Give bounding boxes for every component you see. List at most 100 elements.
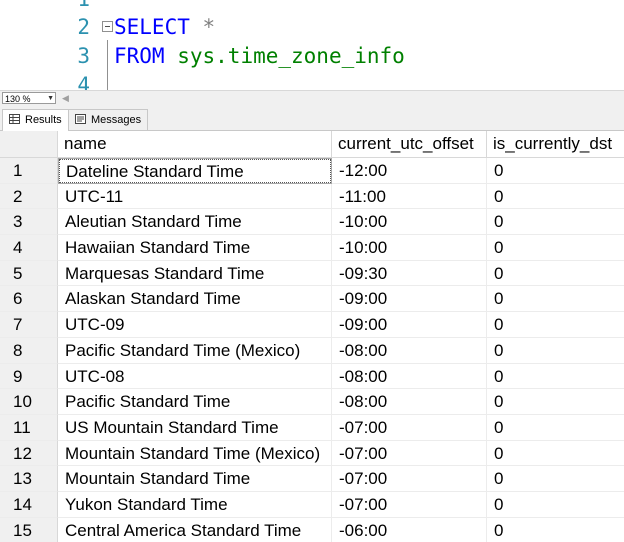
cell-is-currently-dst[interactable]: 0 — [487, 338, 624, 364]
table-row[interactable]: 13 Mountain Standard Time -07:00 0 — [0, 466, 624, 492]
cell-current-utc-offset[interactable]: -08:00 — [332, 337, 487, 364]
cell-is-currently-dst[interactable]: 0 — [487, 261, 624, 287]
row-number-cell[interactable]: 4 — [0, 235, 58, 261]
code-line-4: 4 — [0, 70, 624, 90]
cell-is-currently-dst[interactable]: 0 — [487, 466, 624, 492]
row-number-cell[interactable]: 15 — [0, 517, 58, 542]
tab-label: Results — [25, 114, 62, 126]
grid-rows: 1 Dateline Standard Time -12:00 0 2 UTC-11 -11… — [0, 158, 624, 542]
row-number-cell[interactable]: 14 — [0, 491, 58, 518]
table-row[interactable]: 15 Central America Standard Time -06:00 0 — [0, 517, 624, 542]
cell-current-utc-offset[interactable]: -11:00 — [332, 183, 487, 210]
row-number-cell[interactable]: 1 — [0, 158, 58, 184]
results-tab-bar: Results Messages — [0, 106, 624, 131]
code-line-2: 2 SELECT * — [0, 12, 624, 42]
collapse-icon[interactable] — [102, 21, 113, 32]
code-text[interactable]: SELECT * — [114, 12, 215, 42]
cell-name[interactable]: Pacific Standard Time — [58, 389, 332, 415]
table-row[interactable]: 6 Alaskan Standard Time -09:00 0 — [0, 286, 624, 313]
cell-name[interactable]: Aleutian Standard Time — [58, 209, 332, 236]
cell-name[interactable]: UTC-09 — [58, 312, 332, 338]
cell-current-utc-offset[interactable]: -06:00 — [332, 517, 487, 542]
cell-name[interactable]: Central America Standard Time — [58, 517, 332, 542]
cell-is-currently-dst[interactable]: 0 — [487, 492, 624, 518]
row-number-cell[interactable]: 7 — [0, 312, 58, 338]
row-number-cell[interactable]: 11 — [0, 414, 58, 441]
row-number-cell[interactable]: 12 — [0, 440, 58, 467]
tab-results[interactable]: Results — [2, 109, 69, 131]
table-row[interactable]: 11 US Mountain Standard Time -07:00 0 — [0, 414, 624, 441]
table-row[interactable]: 3 Aleutian Standard Time -10:00 0 — [0, 209, 624, 236]
cell-name[interactable]: Dateline Standard Time — [58, 158, 332, 184]
cell-current-utc-offset[interactable]: -09:30 — [332, 260, 487, 287]
cell-is-currently-dst[interactable]: 0 — [487, 364, 624, 390]
sql-operator: * — [189, 15, 216, 39]
cell-name[interactable]: Hawaiian Standard Time — [58, 235, 332, 261]
table-row[interactable]: 5 Marquesas Standard Time -09:30 0 — [0, 260, 624, 287]
row-number-cell[interactable]: 5 — [0, 260, 58, 287]
cell-is-currently-dst[interactable]: 0 — [487, 312, 624, 338]
column-header-is-currently-dst[interactable]: is_currently_dst — [487, 131, 624, 157]
zoom-select[interactable]: 130 % ▼ — [2, 92, 56, 104]
table-row[interactable]: 14 Yukon Standard Time -07:00 0 — [0, 491, 624, 518]
cell-is-currently-dst[interactable]: 0 — [487, 415, 624, 441]
cell-is-currently-dst[interactable]: 0 — [487, 235, 624, 261]
grid-header: name current_utc_offset is_currently_dst — [0, 131, 624, 158]
cell-name[interactable]: UTC-11 — [58, 183, 332, 210]
row-number-cell[interactable]: 10 — [0, 389, 58, 415]
row-number-cell[interactable]: 8 — [0, 337, 58, 364]
cell-current-utc-offset[interactable]: -07:00 — [332, 466, 487, 492]
code-line-3: 3 FROM sys.time_zone_info — [0, 41, 624, 71]
cell-name[interactable]: Yukon Standard Time — [58, 491, 332, 518]
table-row[interactable]: 2 UTC-11 -11:00 0 — [0, 183, 624, 210]
tab-messages[interactable]: Messages — [68, 109, 149, 130]
table-row[interactable]: 7 UTC-09 -09:00 0 — [0, 312, 624, 338]
cell-is-currently-dst[interactable]: 0 — [487, 184, 624, 210]
cell-name[interactable]: UTC-08 — [58, 363, 332, 390]
column-header-current-utc-offset[interactable]: current_utc_offset — [332, 131, 487, 157]
ssms-query-window: 1 2 SELECT * 3 FROM sys.time_zone_info 4… — [0, 0, 624, 542]
cell-name[interactable]: US Mountain Standard Time — [58, 414, 332, 441]
cell-is-currently-dst[interactable]: 0 — [487, 518, 624, 542]
table-row[interactable]: 8 Pacific Standard Time (Mexico) -08:00 0 — [0, 337, 624, 364]
column-header-name[interactable]: name — [58, 131, 332, 157]
chevron-down-icon: ▼ — [47, 95, 54, 102]
cell-is-currently-dst[interactable]: 0 — [487, 441, 624, 467]
corner-cell[interactable] — [0, 131, 58, 157]
cell-name[interactable]: Alaskan Standard Time — [58, 286, 332, 313]
cell-current-utc-offset[interactable]: -09:00 — [332, 312, 487, 338]
cell-name[interactable]: Pacific Standard Time (Mexico) — [58, 337, 332, 364]
cell-name[interactable]: Mountain Standard Time — [58, 466, 332, 492]
row-number-cell[interactable]: 13 — [0, 466, 58, 492]
cell-is-currently-dst[interactable]: 0 — [487, 389, 624, 415]
cell-current-utc-offset[interactable]: -10:00 — [332, 235, 487, 261]
row-number-cell[interactable]: 2 — [0, 183, 58, 210]
cell-current-utc-offset[interactable]: -09:00 — [332, 286, 487, 313]
cell-current-utc-offset[interactable]: -08:00 — [332, 363, 487, 390]
table-row[interactable]: 12 Mountain Standard Time (Mexico) -07:00 0 — [0, 440, 624, 467]
scroll-left-icon[interactable]: ◀ — [62, 91, 69, 105]
query-editor[interactable]: 1 2 SELECT * 3 FROM sys.time_zone_info 4 — [0, 0, 624, 90]
code-text[interactable]: FROM sys.time_zone_info — [114, 41, 405, 71]
cell-current-utc-offset[interactable]: -07:00 — [332, 491, 487, 518]
cell-current-utc-offset[interactable]: -07:00 — [332, 440, 487, 467]
table-row[interactable]: 10 Pacific Standard Time -08:00 0 — [0, 389, 624, 415]
row-number-cell[interactable]: 3 — [0, 209, 58, 236]
cell-current-utc-offset[interactable]: -07:00 — [332, 414, 487, 441]
cell-is-currently-dst[interactable]: 0 — [487, 209, 624, 236]
cell-is-currently-dst[interactable]: 0 — [487, 158, 624, 184]
table-row[interactable]: 4 Hawaiian Standard Time -10:00 0 — [0, 235, 624, 261]
table-row[interactable]: 9 UTC-08 -08:00 0 — [0, 363, 624, 390]
cell-is-currently-dst[interactable]: 0 — [487, 286, 624, 313]
results-grid[interactable]: name current_utc_offset is_currently_dst… — [0, 131, 624, 542]
cell-name[interactable]: Mountain Standard Time (Mexico) — [58, 440, 332, 467]
cell-current-utc-offset[interactable]: -10:00 — [332, 209, 487, 236]
cell-name[interactable]: Marquesas Standard Time — [58, 260, 332, 287]
cell-current-utc-offset[interactable]: -12:00 — [332, 158, 487, 184]
zoom-bar: 130 % ▼ ◀ — [0, 90, 624, 106]
cell-current-utc-offset[interactable]: -08:00 — [332, 389, 487, 415]
zoom-level: 130 % — [5, 94, 31, 104]
table-row[interactable]: 1 Dateline Standard Time -12:00 0 — [0, 158, 624, 184]
row-number-cell[interactable]: 6 — [0, 286, 58, 313]
row-number-cell[interactable]: 9 — [0, 363, 58, 390]
